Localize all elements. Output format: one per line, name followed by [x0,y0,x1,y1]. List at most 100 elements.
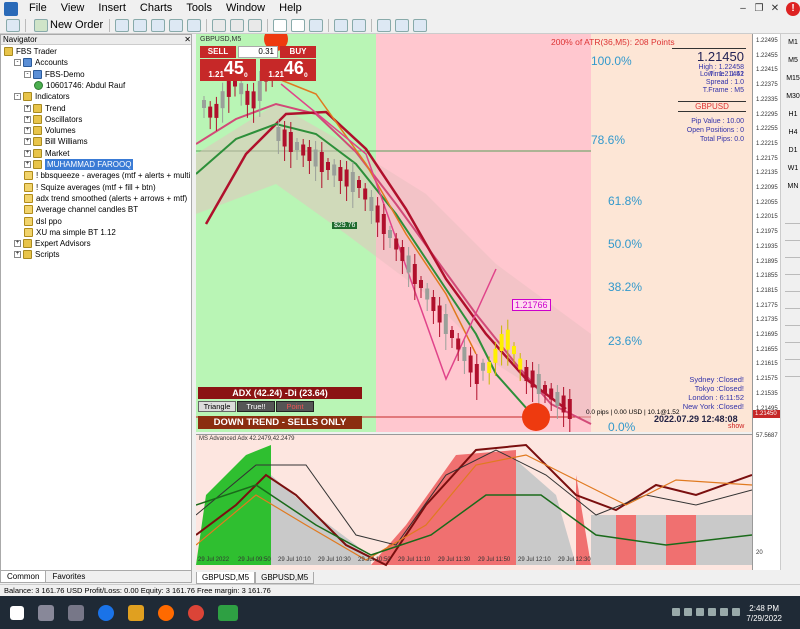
tab-favorites[interactable]: Favorites [46,571,91,582]
fbs-app-icon[interactable] [218,604,238,621]
shapes-icon[interactable] [785,367,800,377]
arrow-icon[interactable] [785,350,800,360]
search-icon[interactable] [38,604,54,621]
expand-icon[interactable]: + [24,149,31,157]
expand-icon[interactable]: + [14,240,21,248]
zoom-out-icon[interactable] [291,18,306,32]
timeframe-button[interactable]: H1 [785,111,800,118]
chrome-icon[interactable] [188,604,204,621]
expand-icon[interactable]: + [14,251,21,259]
timeframe-button[interactable]: MN [785,183,800,190]
explorer-icon[interactable] [128,604,144,621]
point-button[interactable]: Point [276,401,314,412]
indicators-menu-icon[interactable] [377,18,392,32]
expand-icon[interactable]: + [24,115,31,123]
edge-icon[interactable] [98,604,114,621]
navigator-item[interactable]: - Accounts [14,57,68,68]
expand-icon[interactable]: + [24,104,31,112]
timeframe-button[interactable]: M5 [785,57,800,64]
buy-price[interactable]: 1.21 46 0 [260,58,316,81]
trendline-icon[interactable] [785,282,800,292]
timeframe-button[interactable]: W1 [785,165,800,172]
text-icon[interactable] [785,333,800,343]
chart-tab[interactable]: GBPUSD,M5 [255,572,315,584]
chart-tab[interactable]: GBPUSD,M5 [196,572,256,584]
navigator-item[interactable]: 10601746: Abdul Rauf [34,80,125,91]
navigator-item[interactable]: FBS Trader [4,46,57,57]
show-button[interactable]: show [728,423,744,430]
timeframe-button[interactable]: D1 [785,147,800,154]
taskbar-clock[interactable]: 2:48 PM 7/29/2022 [746,604,782,624]
new-chart-icon[interactable] [6,18,20,32]
menu-charts[interactable]: Charts [133,0,179,17]
lot-size-input[interactable]: 0.31 [238,46,278,58]
navigator-item[interactable]: Average channel candles BT [24,204,138,215]
navigator-item[interactable]: ! Squize averages (mtf + fill + btn) [24,182,156,193]
navigator-item[interactable]: dsl ppo [24,216,62,227]
task-view-icon[interactable] [68,604,84,621]
navigator-close-icon[interactable]: ✕ [184,35,191,44]
true-button[interactable]: True!! [237,401,275,412]
timeframe-button[interactable]: M15 [785,75,800,82]
line-chart-icon[interactable] [248,18,263,32]
navigator-item[interactable]: + Oscillators [24,114,82,125]
navigator-item[interactable]: + Market [24,148,69,159]
expand-icon[interactable]: + [24,138,31,146]
buy-button[interactable]: BUY [280,46,316,58]
chart-shift-icon[interactable] [352,18,367,32]
navigator-item[interactable]: ! bbsqueeze - averages (mtf + alerts + m… [24,170,190,181]
zoom-in-icon[interactable] [273,18,288,32]
market-watch-icon[interactable] [115,18,130,32]
tray-icon[interactable] [696,608,704,616]
menu-file[interactable]: File [22,0,54,17]
vertical-line-icon[interactable] [785,248,800,258]
bar-chart-icon[interactable] [212,18,227,32]
triangle-button[interactable]: Triangle [198,401,236,412]
navigator-item[interactable]: + Expert Advisors [14,238,91,249]
navigator-item[interactable]: - FBS-Demo [24,69,85,80]
adx-indicator-panel[interactable]: MS Advanced Adx 42.2479,42.2479 29 Jul 2… [196,434,752,570]
collapse-icon[interactable]: - [24,70,31,78]
tray-icon[interactable] [708,608,716,616]
navigator-item[interactable]: XU ma simple BT 1.12 [24,227,116,238]
channel-icon[interactable] [785,299,800,309]
navigator-item[interactable]: - Indicators [14,91,70,102]
tab-common[interactable]: Common [1,571,47,582]
menu-insert[interactable]: Insert [91,0,133,17]
candlestick-icon[interactable] [230,18,245,32]
navigator-item[interactable]: + Bill Williams [24,136,88,147]
collapse-icon[interactable]: - [14,93,21,101]
network-icon[interactable] [720,608,728,616]
tile-windows-icon[interactable] [309,18,324,32]
cursor-icon[interactable] [785,214,800,224]
menu-window[interactable]: Window [219,0,272,17]
navigator-item[interactable]: + Volumes [24,125,76,136]
restore-icon[interactable]: ❐ [751,3,767,14]
templates-icon[interactable] [413,18,428,32]
volume-icon[interactable] [732,608,740,616]
periods-icon[interactable] [395,18,410,32]
navigator-item[interactable]: + MUHAMMAD FAROOQ [24,159,134,170]
menu-view[interactable]: View [54,0,92,17]
start-icon[interactable] [10,605,24,620]
autoscroll-icon[interactable] [334,18,349,32]
timeframe-button[interactable]: H4 [785,129,800,136]
navigator-item[interactable]: adx trend smoothed (alerts + arrows + mt… [24,193,187,204]
tray-icon[interactable] [684,608,692,616]
timeframe-button[interactable]: M1 [785,39,800,46]
navigator-item[interactable]: + Trend [24,103,66,114]
close-icon[interactable]: ✕ [767,3,783,14]
menu-help[interactable]: Help [272,0,309,17]
timeframe-button[interactable]: M30 [785,93,800,100]
sell-price[interactable]: 1.21 45 0 [200,58,256,81]
horizontal-line-icon[interactable] [785,265,800,275]
tray-icon[interactable] [672,608,680,616]
expand-icon[interactable]: + [24,161,31,168]
collapse-icon[interactable]: - [14,59,21,67]
new-order-button[interactable]: New Order [29,18,106,33]
sell-button[interactable]: SELL [200,46,236,58]
expand-icon[interactable]: + [24,127,31,135]
navigator-icon[interactable] [151,18,166,32]
terminal-icon[interactable] [169,18,184,32]
data-window-icon[interactable] [133,18,148,32]
